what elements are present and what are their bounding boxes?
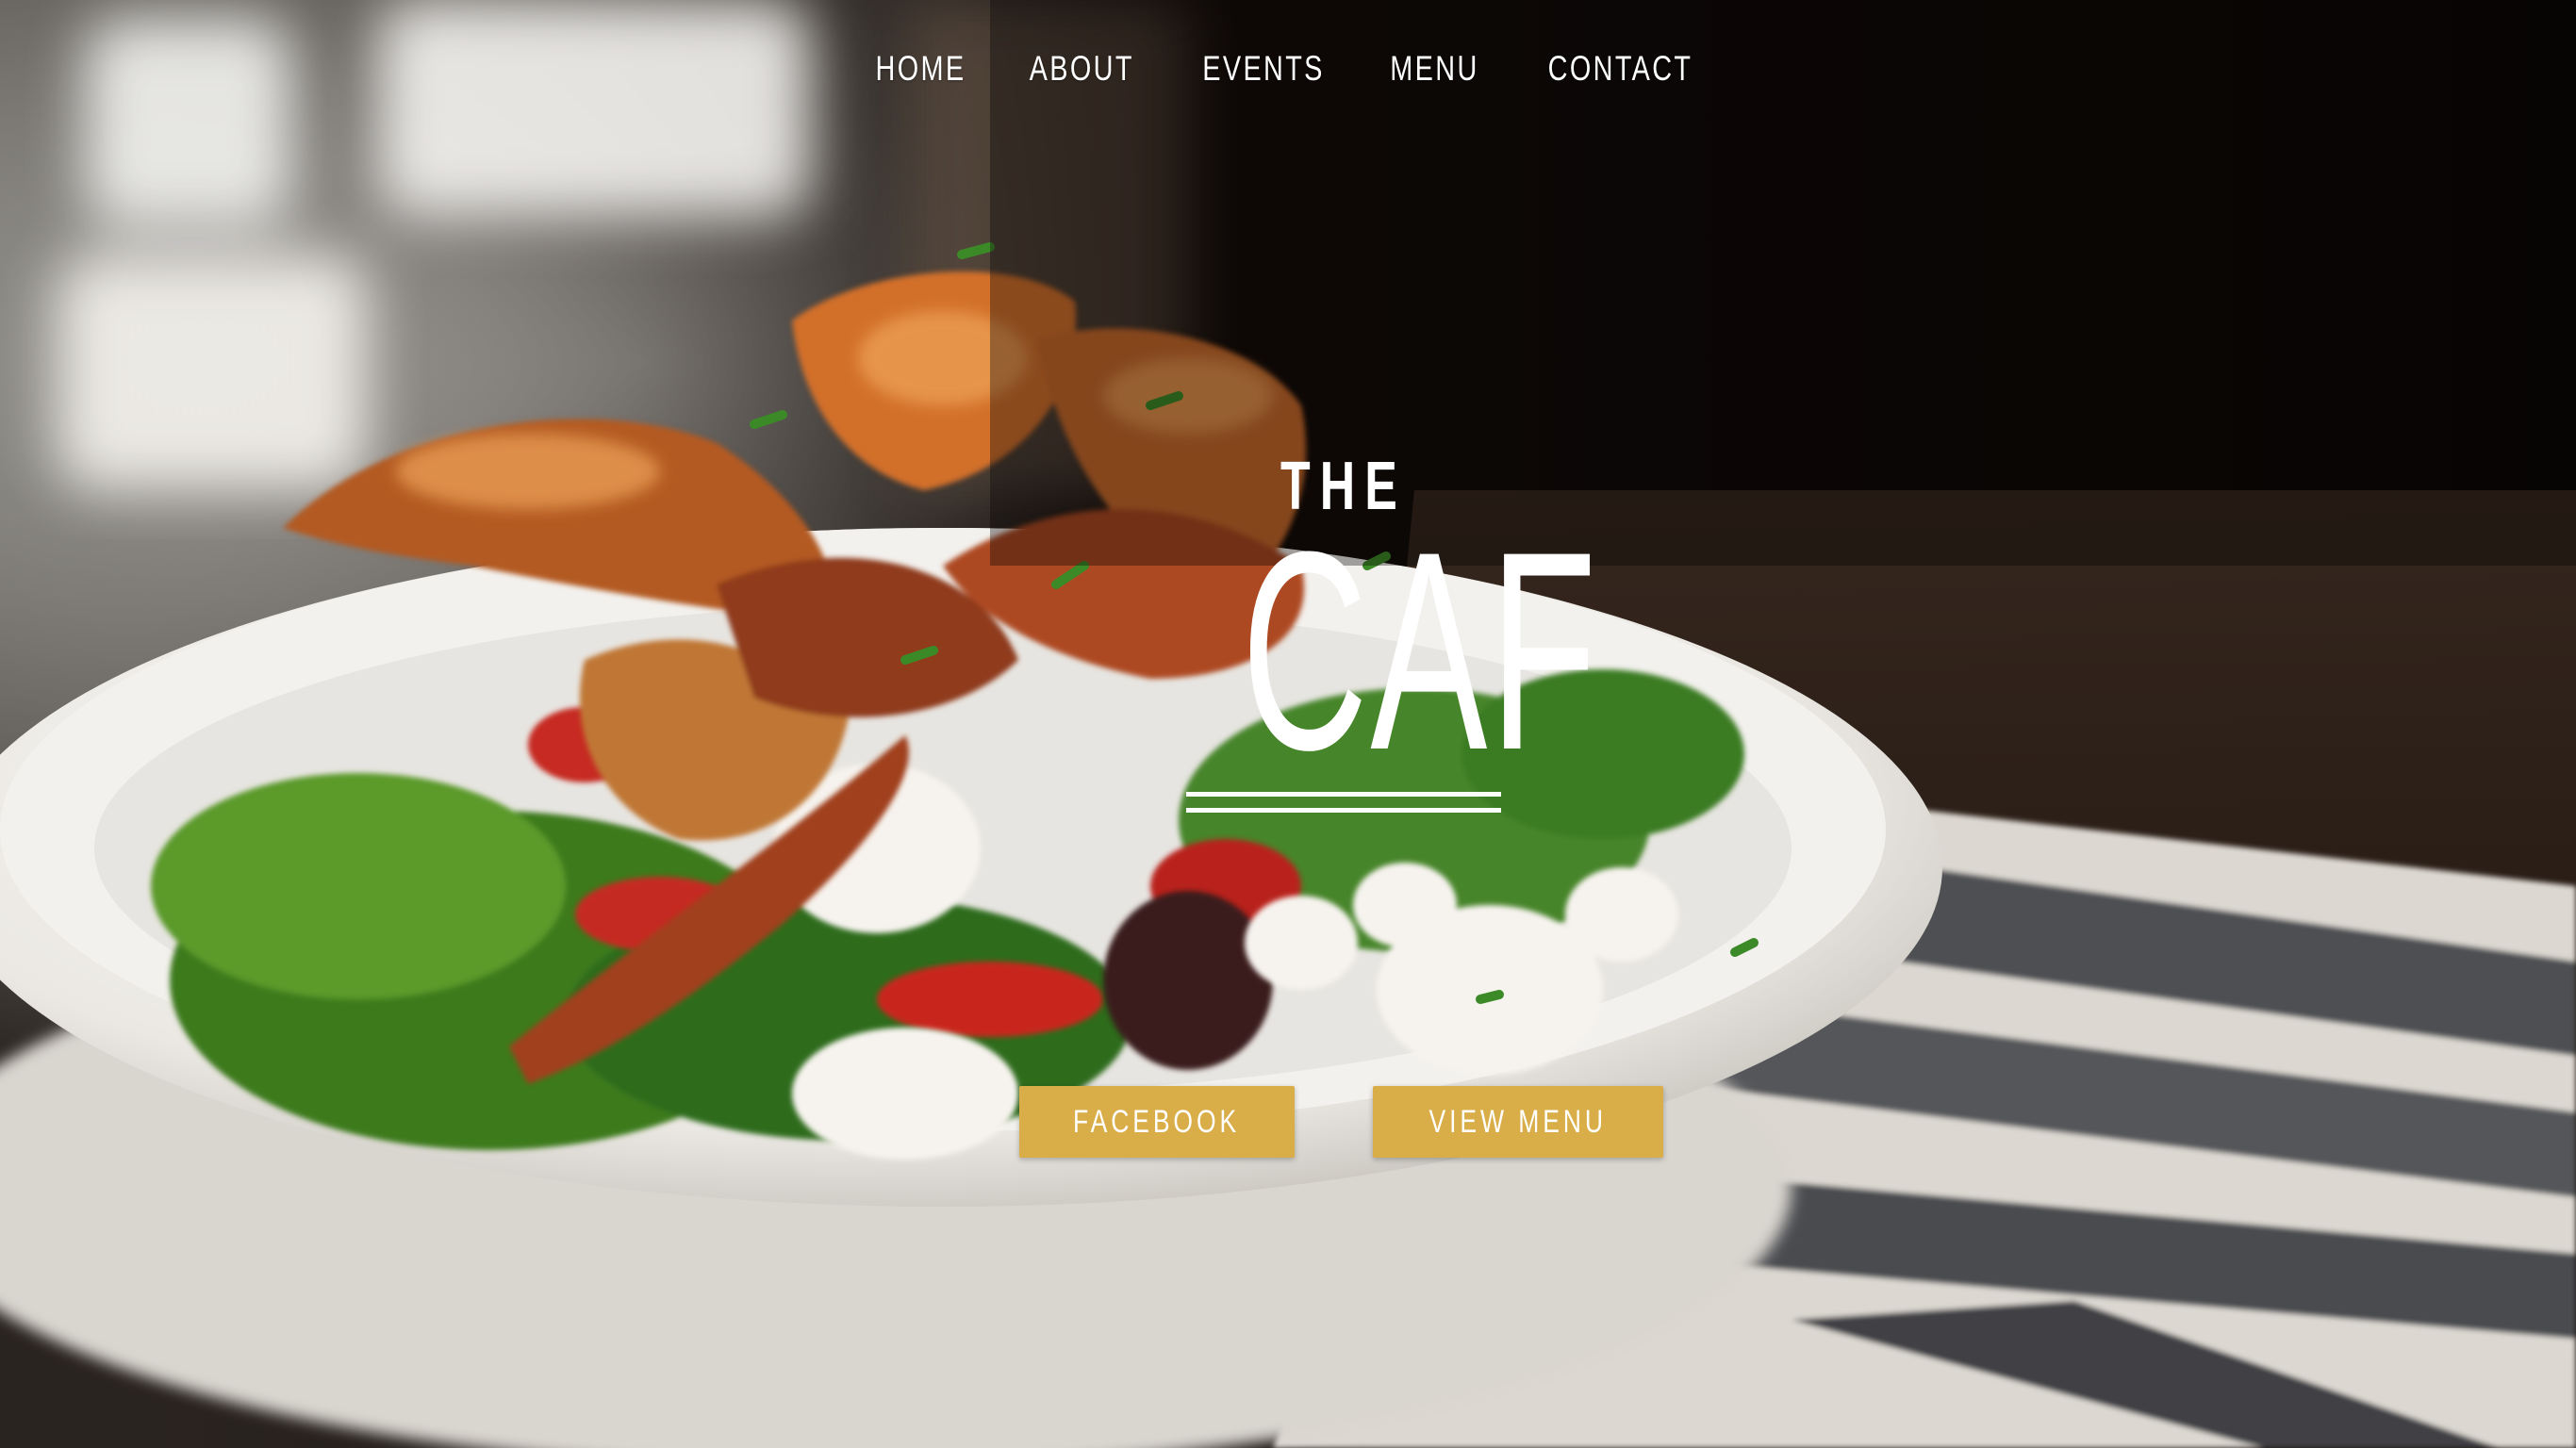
nav-events-link[interactable]: EVENTS [1202,49,1325,89]
nav-home-link[interactable]: HOME [876,49,966,89]
nav-contact-link[interactable]: CONTACT [1547,49,1693,89]
facebook-button-label: FACEBOOK [1073,1103,1241,1140]
logo-underline-bottom [1186,808,1501,813]
main-nav: HOME ABOUT EVENTS MENU CONTACT [0,49,2576,89]
view-menu-button[interactable]: VIEW MENU [1373,1086,1663,1158]
view-menu-button-label: VIEW MENU [1428,1103,1608,1140]
facebook-button[interactable]: FACEBOOK [1019,1086,1295,1158]
nav-about-link[interactable]: ABOUT [1030,49,1134,89]
logo-name-text: CAF [1241,492,1599,809]
logo-underline-top [1186,792,1501,797]
site-logo: THE CAF [1179,452,1599,848]
nav-menu-link[interactable]: MENU [1390,49,1478,89]
